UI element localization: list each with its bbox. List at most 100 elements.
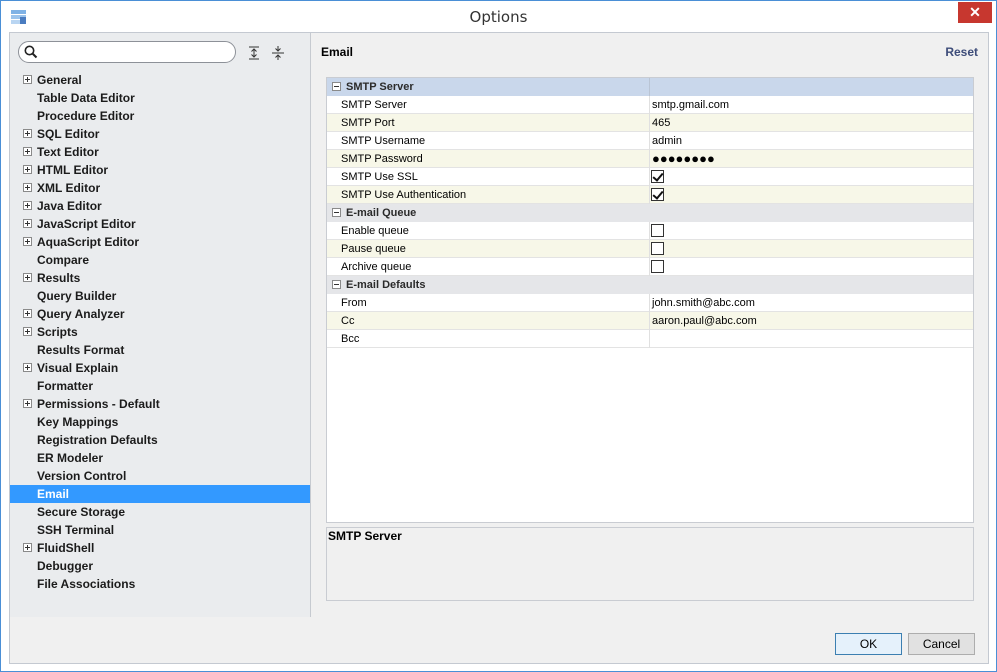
sidebar-item-query-analyzer[interactable]: Query Analyzer bbox=[10, 305, 310, 323]
sidebar-item-label: Formatter bbox=[37, 379, 94, 393]
sidebar-item-er-modeler[interactable]: ER Modeler bbox=[10, 449, 310, 467]
property-row[interactable]: SMTP Port 465 bbox=[327, 114, 973, 132]
expand-icon[interactable] bbox=[23, 147, 32, 156]
property-row[interactable]: Enable queue bbox=[327, 222, 973, 240]
expand-icon[interactable] bbox=[23, 183, 32, 192]
property-row[interactable]: SMTP Server smtp.gmail.com bbox=[327, 96, 973, 114]
collapse-icon[interactable] bbox=[332, 82, 341, 91]
sidebar-item-compare[interactable]: Compare bbox=[10, 251, 310, 269]
sidebar-item-xml-editor[interactable]: XML Editor bbox=[10, 179, 310, 197]
group-label: SMTP Server bbox=[346, 81, 414, 93]
expand-icon[interactable] bbox=[23, 363, 32, 372]
sidebar-item-ssh-terminal[interactable]: SSH Terminal bbox=[10, 521, 310, 539]
sidebar-item-email[interactable]: Email bbox=[10, 485, 310, 503]
property-row[interactable]: Bcc bbox=[327, 330, 973, 348]
sidebar-item-secure-storage[interactable]: Secure Storage bbox=[10, 503, 310, 521]
expand-icon[interactable] bbox=[23, 309, 32, 318]
sidebar-item-debugger[interactable]: Debugger bbox=[10, 557, 310, 575]
property-value[interactable] bbox=[649, 330, 973, 348]
property-value[interactable]: john.smith@abc.com bbox=[649, 294, 973, 312]
expand-icon[interactable] bbox=[23, 201, 32, 210]
expand-icon[interactable] bbox=[23, 327, 32, 336]
search-input[interactable] bbox=[41, 45, 229, 59]
checkmark-icon[interactable] bbox=[651, 188, 664, 201]
sidebar-item-sql-editor[interactable]: SQL Editor bbox=[10, 125, 310, 143]
sidebar-item-text-editor[interactable]: Text Editor bbox=[10, 143, 310, 161]
sidebar-item-procedure-editor[interactable]: Procedure Editor bbox=[10, 107, 310, 125]
options-tree: General Table Data Editor Procedure Editor… bbox=[10, 71, 310, 593]
property-value[interactable]: smtp.gmail.com bbox=[649, 96, 973, 114]
sidebar-item-javascript-editor[interactable]: JavaScript Editor bbox=[10, 215, 310, 233]
checkbox[interactable] bbox=[651, 242, 664, 255]
cancel-button[interactable]: Cancel bbox=[908, 633, 975, 655]
checkmark-icon[interactable] bbox=[651, 170, 664, 183]
expand-icon[interactable] bbox=[23, 129, 32, 138]
description-box: SMTP Server bbox=[326, 527, 974, 601]
property-label: SMTP Password bbox=[341, 153, 423, 165]
property-value[interactable]: 465 bbox=[649, 114, 973, 132]
sidebar-item-general[interactable]: General bbox=[10, 71, 310, 89]
property-row[interactable]: Pause queue bbox=[327, 240, 973, 258]
expand-icon[interactable] bbox=[23, 75, 32, 84]
sidebar-item-results-format[interactable]: Results Format bbox=[10, 341, 310, 359]
sidebar-item-registration-defaults[interactable]: Registration Defaults bbox=[10, 431, 310, 449]
property-row[interactable]: Archive queue bbox=[327, 258, 973, 276]
property-row[interactable]: Cc aaron.paul@abc.com bbox=[327, 312, 973, 330]
sidebar-item-html-editor[interactable]: HTML Editor bbox=[10, 161, 310, 179]
property-row[interactable]: SMTP Use Authentication bbox=[327, 186, 973, 204]
property-row[interactable]: SMTP Use SSL bbox=[327, 168, 973, 186]
collapse-icon[interactable] bbox=[332, 280, 341, 289]
password-field[interactable]: ●●●●●●●● bbox=[649, 150, 973, 168]
expand-icon[interactable] bbox=[23, 273, 32, 282]
sidebar-item-label: Debugger bbox=[37, 559, 94, 573]
sidebar-item-label: Java Editor bbox=[37, 199, 102, 213]
property-value[interactable]: aaron.paul@abc.com bbox=[649, 312, 973, 330]
expand-all-icon[interactable] bbox=[247, 46, 261, 60]
sidebar-item-permissions-default[interactable]: Permissions - Default bbox=[10, 395, 310, 413]
group-header[interactable]: E-mail Queue bbox=[327, 204, 973, 222]
property-row[interactable]: SMTP Username admin bbox=[327, 132, 973, 150]
sidebar-item-results[interactable]: Results bbox=[10, 269, 310, 287]
sidebar-item-scripts[interactable]: Scripts bbox=[10, 323, 310, 341]
close-button[interactable]: ✕ bbox=[958, 2, 992, 23]
sidebar-item-label: Scripts bbox=[37, 325, 78, 339]
expand-icon[interactable] bbox=[23, 165, 32, 174]
ok-button[interactable]: OK bbox=[835, 633, 902, 655]
sidebar-item-query-builder[interactable]: Query Builder bbox=[10, 287, 310, 305]
property-label: Archive queue bbox=[341, 261, 412, 273]
property-checkbox-cell[interactable] bbox=[649, 258, 973, 276]
sidebar-item-aquascript-editor[interactable]: AquaScript Editor bbox=[10, 233, 310, 251]
property-label: Bcc bbox=[341, 333, 360, 345]
sidebar-item-label: Permissions - Default bbox=[37, 397, 160, 411]
sidebar-item-key-mappings[interactable]: Key Mappings bbox=[10, 413, 310, 431]
sidebar-item-version-control[interactable]: Version Control bbox=[10, 467, 310, 485]
expand-icon[interactable] bbox=[23, 219, 32, 228]
collapse-all-icon[interactable] bbox=[271, 46, 285, 60]
group-header[interactable]: SMTP Server bbox=[327, 78, 973, 96]
collapse-icon[interactable] bbox=[332, 208, 341, 217]
sidebar-item-formatter[interactable]: Formatter bbox=[10, 377, 310, 395]
expand-icon[interactable] bbox=[23, 237, 32, 246]
group-label: E-mail Defaults bbox=[346, 279, 426, 291]
sidebar-item-label: Table Data Editor bbox=[37, 91, 135, 105]
property-row[interactable]: From john.smith@abc.com bbox=[327, 294, 973, 312]
property-row[interactable]: SMTP Password ●●●●●●●● bbox=[327, 150, 973, 168]
checkbox[interactable] bbox=[651, 260, 664, 273]
search-field[interactable] bbox=[18, 41, 236, 63]
property-checkbox-cell[interactable] bbox=[649, 186, 973, 204]
sidebar-item-label: Secure Storage bbox=[37, 505, 126, 519]
property-value[interactable]: admin bbox=[649, 132, 973, 150]
sidebar-item-visual-explain[interactable]: Visual Explain bbox=[10, 359, 310, 377]
property-checkbox-cell[interactable] bbox=[649, 222, 973, 240]
checkbox[interactable] bbox=[651, 224, 664, 237]
property-checkbox-cell[interactable] bbox=[649, 240, 973, 258]
expand-icon[interactable] bbox=[23, 543, 32, 552]
expand-icon[interactable] bbox=[23, 399, 32, 408]
sidebar-item-java-editor[interactable]: Java Editor bbox=[10, 197, 310, 215]
sidebar-item-table-data-editor[interactable]: Table Data Editor bbox=[10, 89, 310, 107]
property-checkbox-cell[interactable] bbox=[649, 168, 973, 186]
sidebar-item-file-associations[interactable]: File Associations bbox=[10, 575, 310, 593]
sidebar-item-fluidshell[interactable]: FluidShell bbox=[10, 539, 310, 557]
reset-link[interactable]: Reset bbox=[945, 45, 978, 59]
group-header[interactable]: E-mail Defaults bbox=[327, 276, 973, 294]
